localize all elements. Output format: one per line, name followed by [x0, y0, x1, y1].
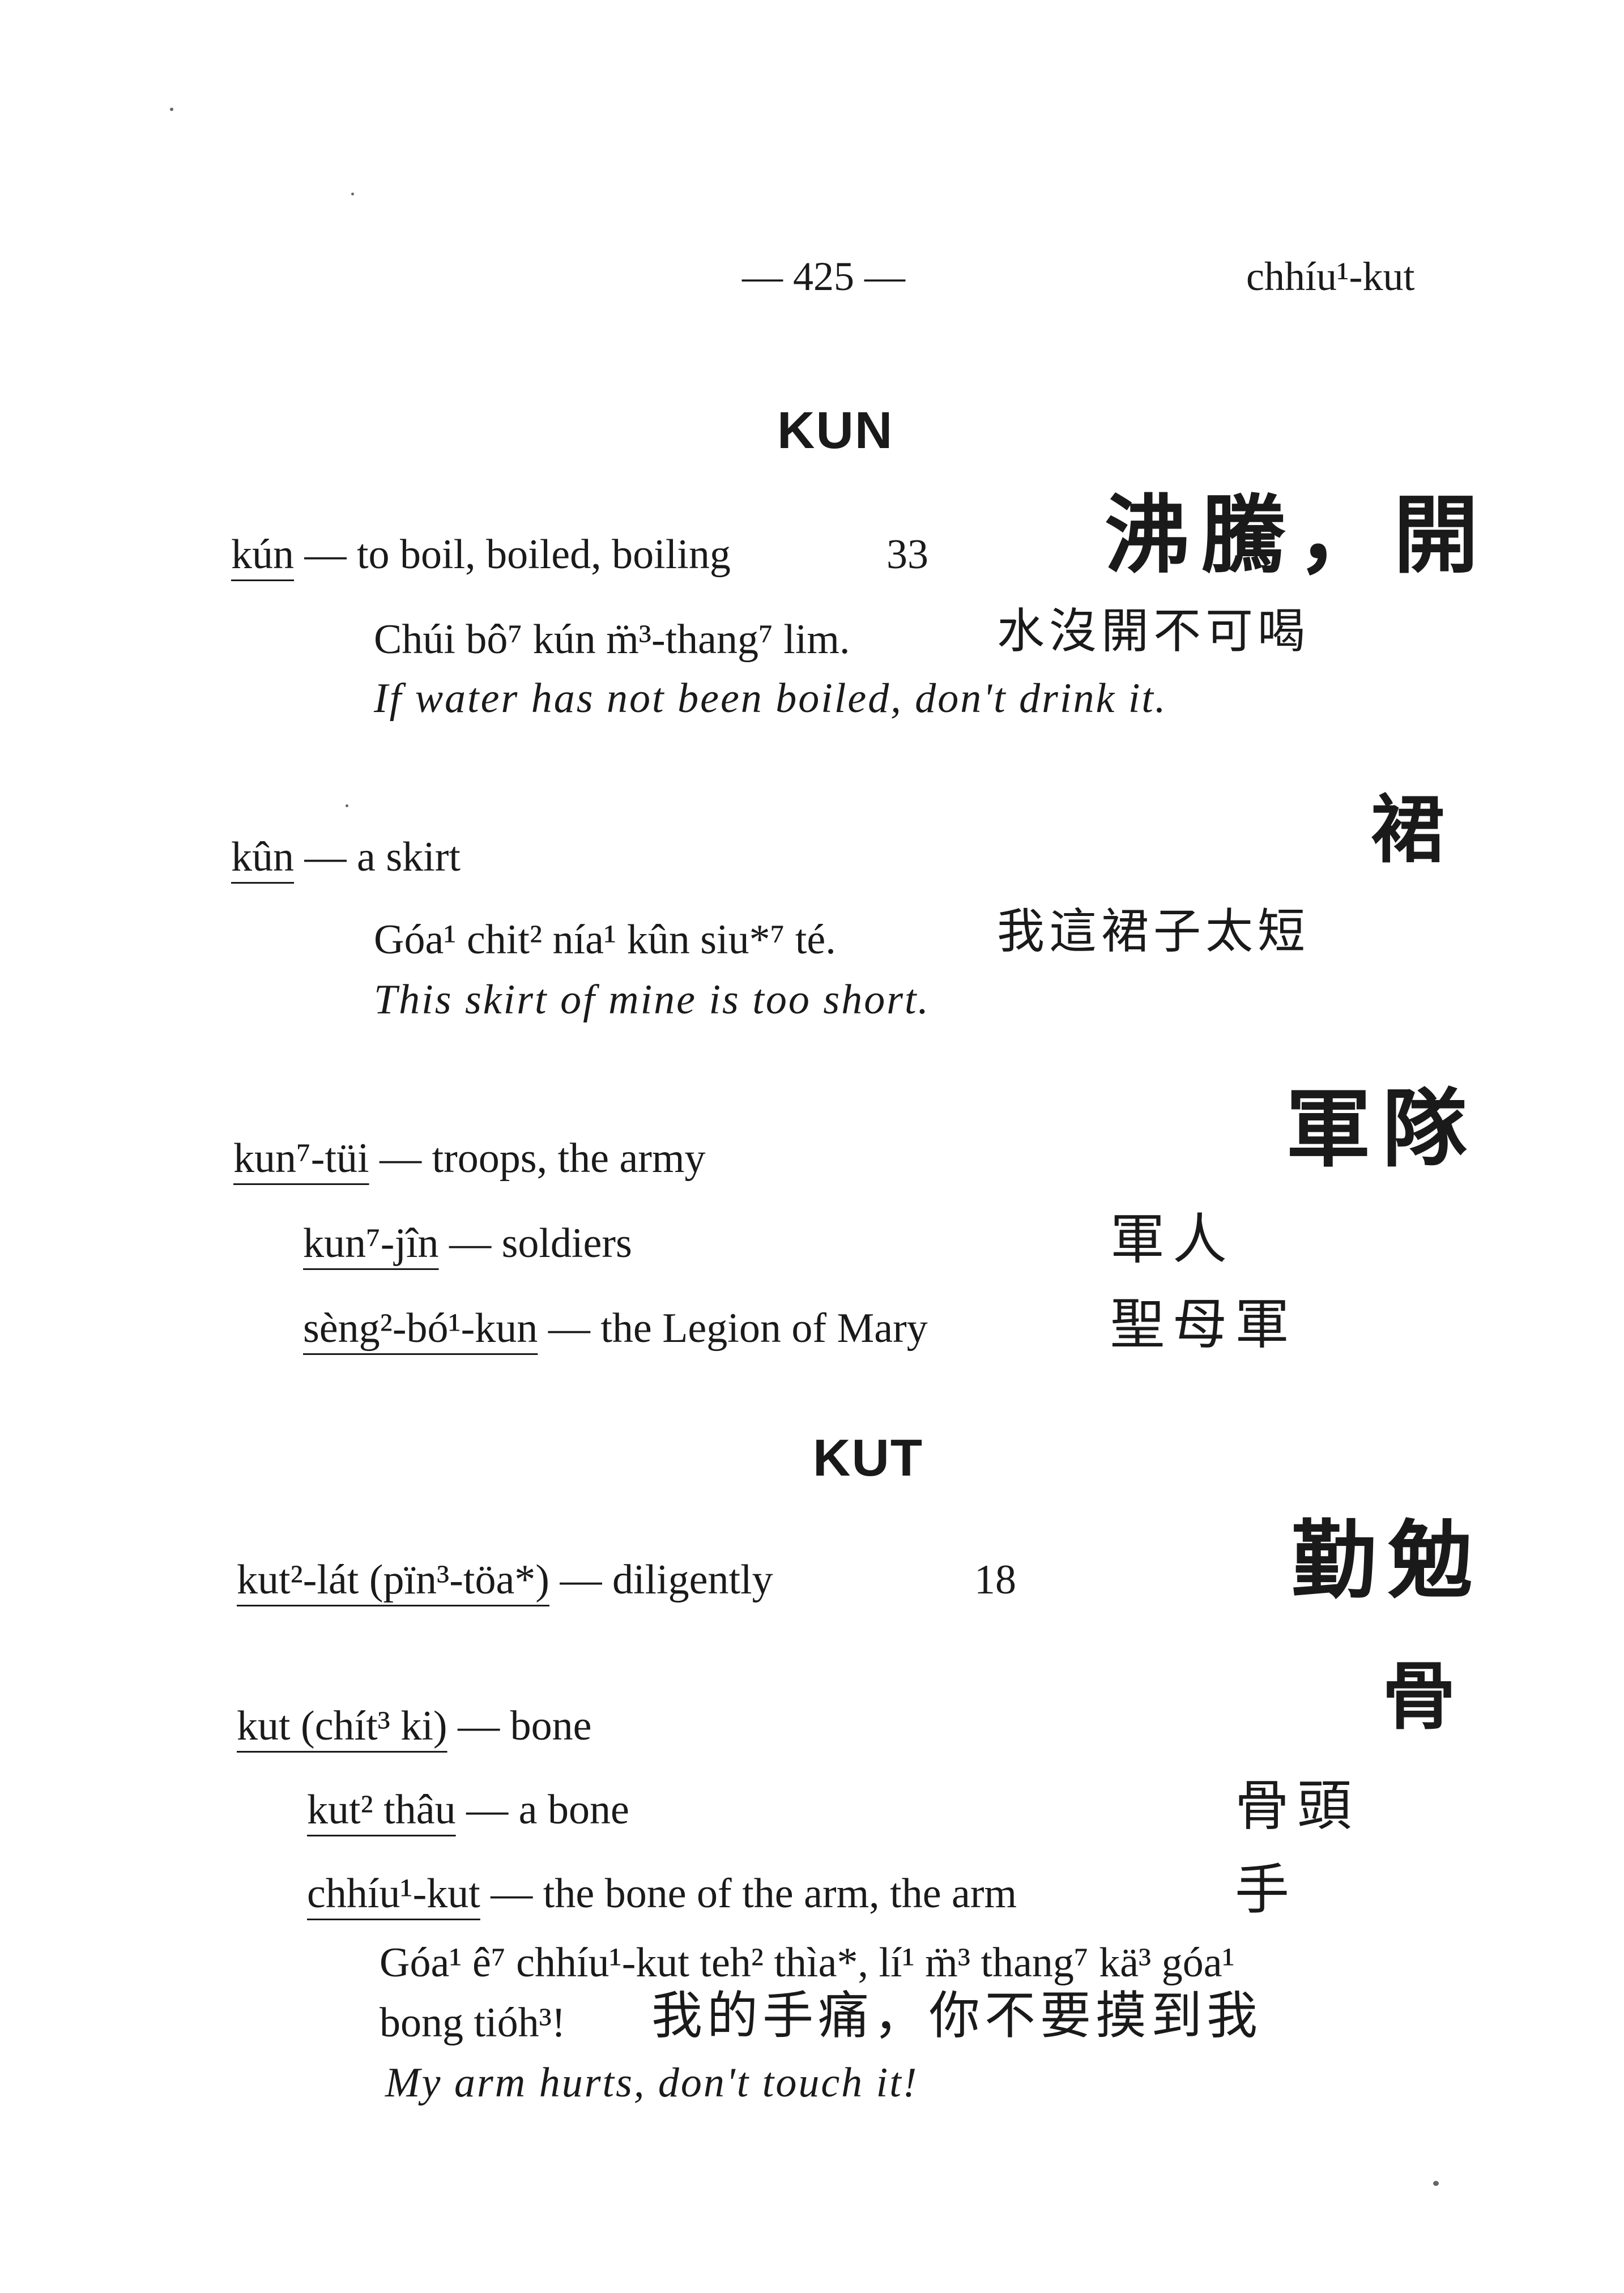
example-romanized: Góa¹ chit² nía¹ kûn siu*⁷ té. — [374, 917, 836, 963]
subentry-term: sèng²-bó¹-kun — [303, 1305, 538, 1352]
subentry-kut-thau: kut² thâu — a bone — [307, 1789, 629, 1831]
entry-term: kut²-lát (pïn³-töa*) — [237, 1557, 549, 1603]
entry-term: kut (chít³ ki) — [237, 1703, 447, 1749]
entry-kut-lat: kut²-lát (pïn³-töa*) — diligently — [237, 1559, 773, 1601]
subentry-chhiu-kut: chhíu¹-kut — the bone of the arm, the ar… — [307, 1873, 1017, 1915]
entry-term: kûn — [231, 834, 294, 880]
entry-kun-skirt: kûn — a skirt — [231, 836, 461, 878]
section-heading-kun: KUN — [777, 402, 894, 459]
entry-gloss: — bone — [447, 1703, 592, 1749]
speck — [1433, 2181, 1439, 2186]
example-translation: My arm hurts, don't touch it! — [385, 2060, 919, 2106]
entry-hanzi: 軍隊 — [1286, 1079, 1479, 1179]
example-romanized: Chúi bô⁷ kún m̈³-thang⁷ lim. — [374, 616, 850, 663]
subentry-gloss: — a bone — [455, 1787, 629, 1833]
subentry-gloss: — the bone of the arm, the arm — [480, 1870, 1017, 1917]
example-hanzi: 水沒開不可喝 — [997, 603, 1310, 659]
entry-hanzi: 沸騰，開 — [1105, 485, 1490, 585]
entry-hanzi: 骨 — [1382, 1653, 1468, 1740]
example-hanzi: 我這裙子太短 — [997, 903, 1310, 959]
entry-page-ref: 33 — [886, 531, 928, 578]
entry-gloss: — diligently — [549, 1557, 773, 1603]
entry-term: kun⁷-tüi — [233, 1135, 369, 1182]
entry-kun-boil: kún — to boil, boiled, boiling — [231, 534, 731, 576]
page-number: — 425 — — [742, 254, 905, 299]
entry-gloss: — troops, the army — [369, 1135, 706, 1182]
subentry-kun-jin: kun⁷-jîn — soldiers — [303, 1222, 632, 1264]
example-romanized: Góa¹ ê⁷ chhíu¹-kut teh² thìa*, lí¹ m̈³ t… — [380, 1940, 1235, 1986]
subentry-hanzi: 聖母軍 — [1110, 1293, 1297, 1356]
subentry-hanzi: 手 — [1235, 1858, 1297, 1921]
subentry-gloss: — the Legion of Mary — [538, 1305, 928, 1352]
subentry-term: chhíu¹-kut — [307, 1870, 480, 1917]
example-translation: If water has not been boiled, don't drin… — [374, 675, 1167, 722]
subentry-term: kun⁷-jîn — [303, 1220, 439, 1267]
speck — [346, 804, 348, 807]
section-heading-kut: KUT — [813, 1429, 924, 1487]
subentry-term: kut² thâu — [307, 1787, 456, 1833]
entry-hanzi: 勤勉 — [1291, 1511, 1485, 1610]
subentry-hanzi: 軍人 — [1110, 1208, 1235, 1271]
example-hanzi: 我的手痛，你不要摸到我 — [651, 1986, 1262, 2045]
subentry-gloss: — soldiers — [438, 1220, 632, 1267]
entry-term: kún — [231, 531, 294, 578]
example-romanized-cont: bong tióh³! — [380, 2000, 566, 2046]
entry-page-ref: 18 — [974, 1557, 1016, 1603]
entry-hanzi: 裙 — [1371, 786, 1456, 873]
entry-kut-bone: kut (chít³ ki) — bone — [237, 1705, 591, 1747]
subentry-seng-bo-kun: sèng²-bó¹-kun — the Legion of Mary — [303, 1307, 928, 1349]
running-head: chhíu¹-kut — [1246, 254, 1415, 299]
example-translation: This skirt of mine is too short. — [374, 977, 931, 1023]
speck — [170, 108, 173, 111]
entry-gloss: — a skirt — [294, 834, 461, 880]
speck — [351, 193, 354, 195]
entry-kun-tui: kun⁷-tüi — troops, the army — [233, 1137, 706, 1179]
entry-gloss: — to boil, boiled, boiling — [294, 531, 731, 578]
subentry-hanzi: 骨頭 — [1235, 1774, 1359, 1838]
